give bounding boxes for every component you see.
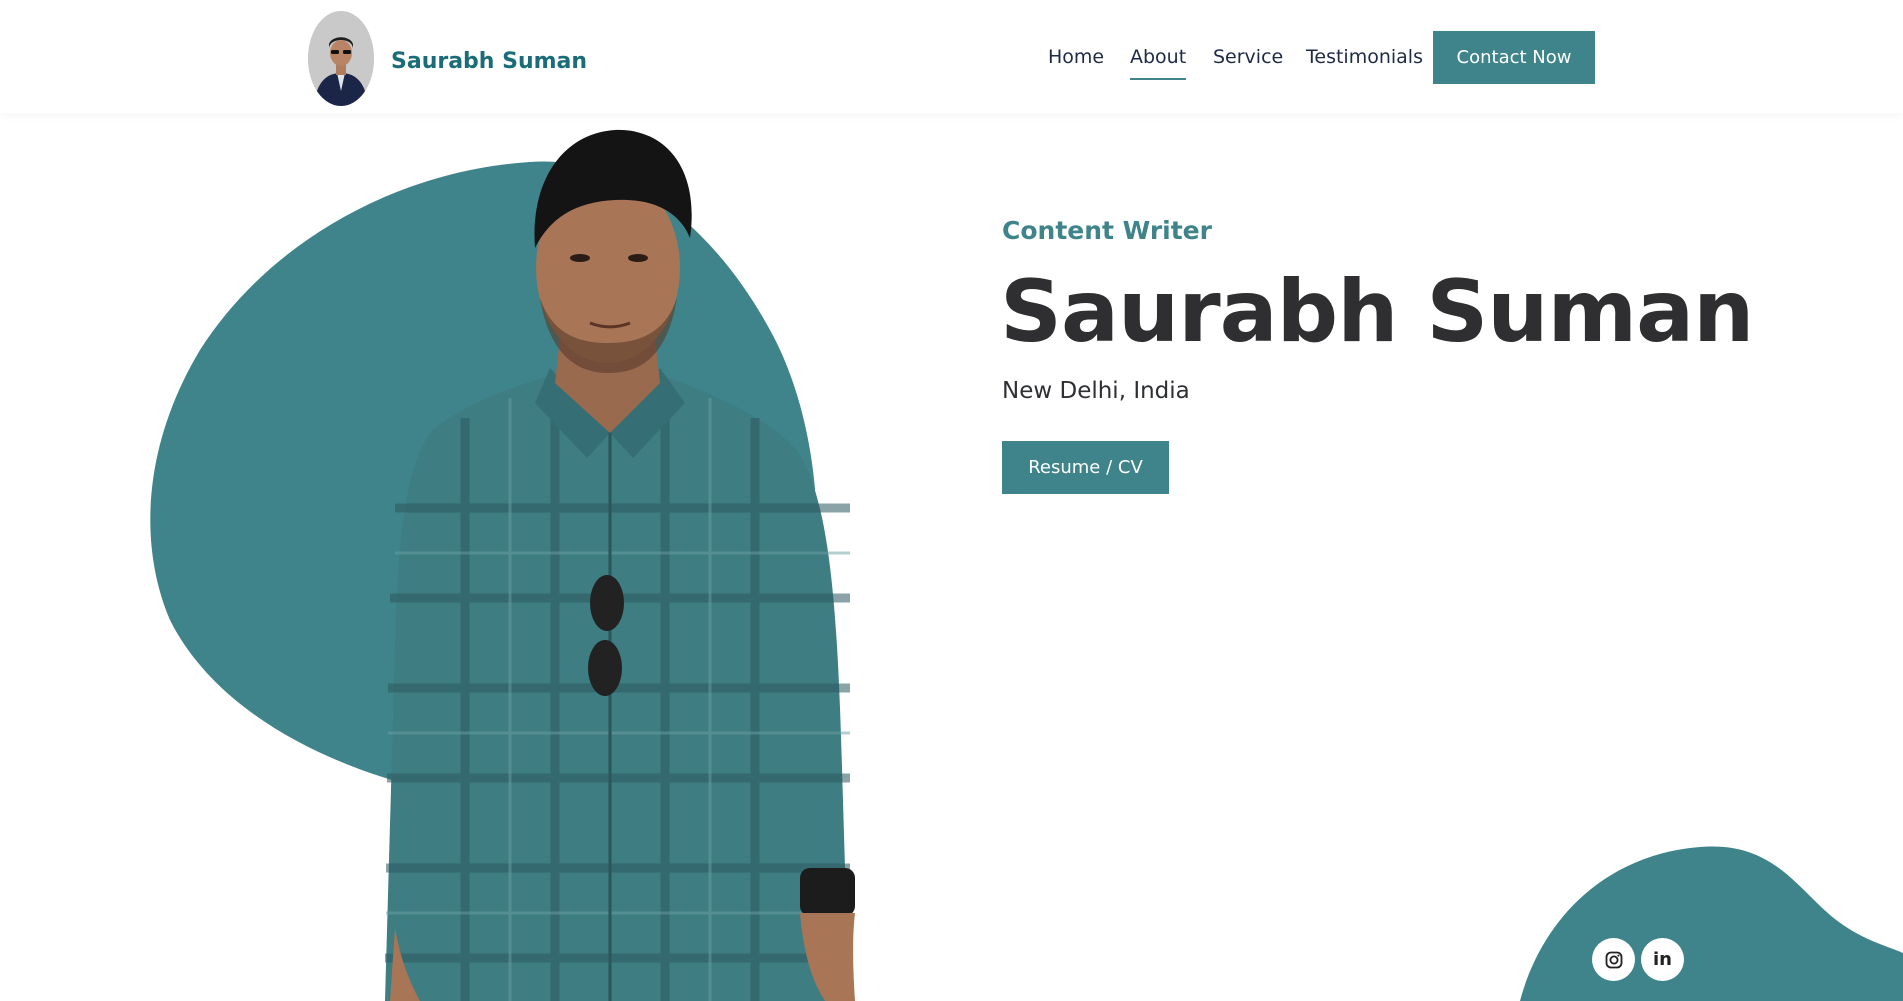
instagram-icon: [1605, 951, 1622, 968]
instagram-link[interactable]: [1592, 938, 1635, 981]
hero-photo: [385, 129, 855, 1001]
hero-role: Content Writer: [1002, 216, 1212, 245]
linkedin-icon: in: [1653, 949, 1672, 970]
site-header: Saurabh Suman Home About Service Testimo…: [0, 0, 1903, 113]
nav-testimonials[interactable]: Testimonials: [1306, 46, 1423, 68]
contact-now-button[interactable]: Contact Now: [1433, 31, 1595, 84]
nav-service[interactable]: Service: [1213, 46, 1283, 68]
avatar[interactable]: [308, 11, 374, 106]
nav-home[interactable]: Home: [1048, 46, 1104, 68]
nav-about[interactable]: About: [1130, 46, 1187, 80]
hero-name: Saurabh Suman: [1000, 262, 1754, 362]
brand-name[interactable]: Saurabh Suman: [391, 49, 587, 74]
linkedin-link[interactable]: in: [1641, 938, 1684, 981]
hero-location: New Delhi, India: [1002, 378, 1190, 404]
resume-cv-button[interactable]: Resume / CV: [1002, 441, 1169, 494]
decorative-blob-right: [1520, 846, 1903, 1001]
